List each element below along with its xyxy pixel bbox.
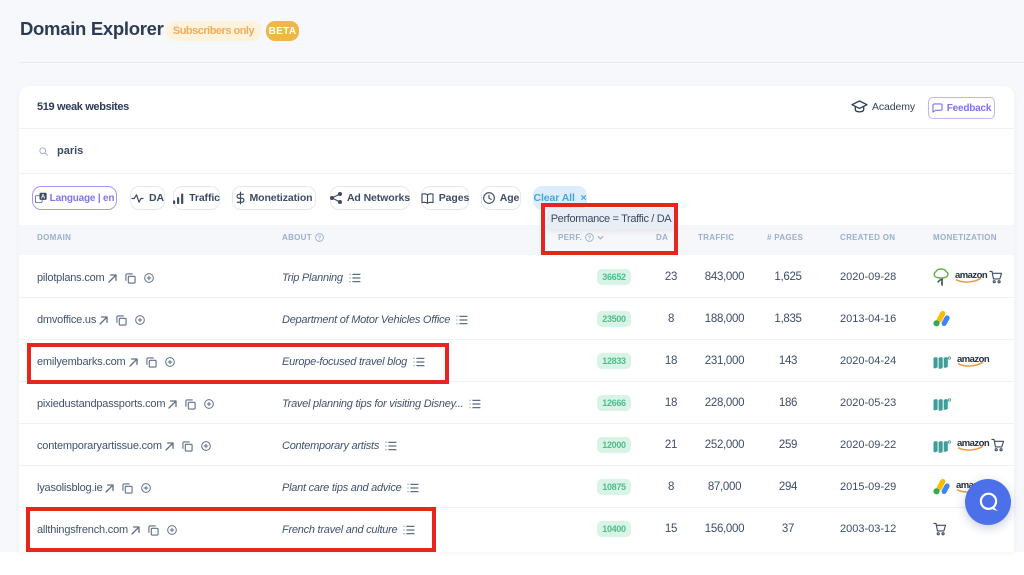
svg-text:?: ? <box>318 235 322 241</box>
